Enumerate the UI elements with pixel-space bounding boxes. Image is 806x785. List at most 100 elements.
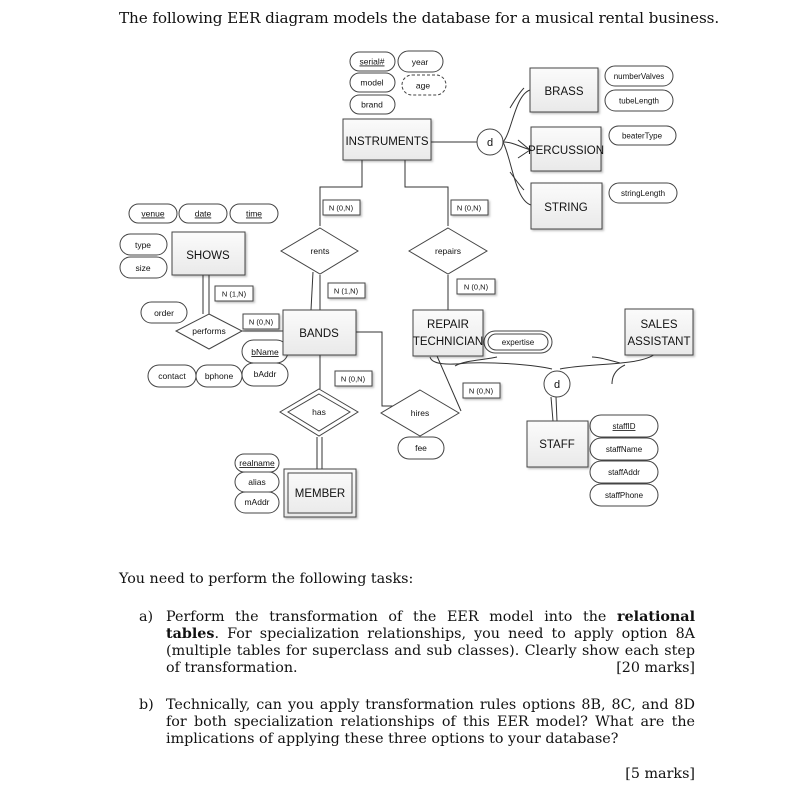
entity-sales-assistant: SALES ASSISTANT — [624, 308, 694, 356]
attr-year: year — [397, 50, 444, 73]
relationship-performs: performs — [174, 313, 244, 350]
entity-staff: STAFF — [526, 420, 589, 468]
attr-model: model — [349, 72, 396, 93]
card-instruments-repairs: N (0,N) — [450, 199, 489, 216]
svg-text:INSTRUMENTS: INSTRUMENTS — [345, 136, 428, 148]
card-bands-hires: N (0,N) — [334, 370, 373, 387]
attr-date: date — [178, 203, 228, 224]
svg-text:N (0,N): N (0,N) — [249, 318, 274, 327]
attr-fee: fee — [397, 436, 445, 460]
task-a: a) Perform the transformation of the EER… — [139, 609, 695, 677]
attr-stringlength: stringLength — [608, 182, 678, 204]
entity-string: STRING — [530, 182, 603, 230]
svg-text:d: d — [554, 379, 560, 391]
svg-text:realname: realname — [239, 458, 275, 468]
attr-staffname: staffName — [589, 437, 659, 461]
svg-text:N (0,N): N (0,N) — [469, 387, 494, 396]
tasks-heading: You need to perform the following tasks: — [119, 571, 414, 587]
svg-text:venue: venue — [141, 209, 164, 219]
attr-bname: bName — [241, 339, 289, 364]
attr-realname: realname — [234, 453, 280, 473]
svg-text:beaterType: beaterType — [622, 132, 663, 141]
svg-text:N (1,N): N (1,N) — [334, 287, 359, 296]
attr-numbervalves: numberValves — [604, 65, 674, 87]
svg-text:staffAddr: staffAddr — [608, 468, 640, 477]
relationship-rents: rents — [280, 227, 359, 275]
attr-venue: venue — [128, 203, 178, 224]
card-shows-performs: N (1,N) — [214, 285, 254, 302]
task-b-marks: [5 marks] — [625, 766, 695, 782]
attr-size: size — [119, 256, 168, 279]
svg-text:brand: brand — [361, 100, 383, 110]
svg-text:date: date — [195, 209, 212, 219]
svg-text:TECHNICIAN: TECHNICIAN — [413, 336, 483, 348]
svg-text:mAddr: mAddr — [244, 497, 269, 507]
svg-text:N (0,N): N (0,N) — [464, 283, 489, 292]
attr-alias: alias — [234, 471, 280, 493]
attr-staffid: staffID — [589, 414, 659, 438]
svg-text:MEMBER: MEMBER — [295, 488, 345, 500]
entity-shows: SHOWS — [171, 231, 246, 276]
attr-tubelength: tubeLength — [604, 89, 674, 112]
attr-staffaddr: staffAddr — [589, 460, 659, 484]
svg-text:N (0,N): N (0,N) — [457, 204, 482, 213]
svg-text:repairs: repairs — [435, 246, 461, 256]
card-bands-performs: N (0,N) — [242, 313, 280, 330]
task-b-text: Technically, can you apply transformatio… — [166, 697, 695, 747]
svg-text:time: time — [246, 209, 262, 219]
attr-order: order — [140, 301, 188, 324]
attr-beatertype: beaterType — [608, 125, 677, 146]
svg-text:expertise: expertise — [502, 338, 535, 347]
attr-expertise-multivalued: expertise — [483, 330, 553, 354]
svg-text:BRASS: BRASS — [545, 86, 584, 98]
svg-text:SALES: SALES — [640, 319, 677, 331]
task-a-text-before: Perform the transformation of the EER mo… — [166, 609, 618, 625]
relationship-hires: hires — [380, 389, 460, 437]
svg-text:numberValves: numberValves — [614, 72, 665, 81]
svg-text:BANDS: BANDS — [299, 328, 339, 340]
task-a-label: a) — [139, 609, 154, 625]
svg-text:age: age — [416, 81, 430, 91]
svg-text:ASSISTANT: ASSISTANT — [627, 336, 690, 348]
svg-text:PERCUSSION: PERCUSSION — [528, 145, 604, 157]
relationship-repairs: repairs — [408, 227, 488, 275]
task-a-marks: [20 marks] — [616, 660, 695, 676]
svg-text:contact: contact — [158, 371, 186, 381]
svg-text:hires: hires — [411, 408, 429, 418]
svg-text:bphone: bphone — [205, 371, 234, 381]
relationship-has-identifying: has — [279, 388, 359, 437]
attr-contact: contact — [147, 364, 197, 388]
svg-text:N (0,N): N (0,N) — [329, 204, 354, 213]
task-b: b) Technically, can you apply transforma… — [139, 697, 695, 782]
attr-staffphone: staffPhone — [589, 483, 659, 507]
entity-instruments: INSTRUMENTS — [342, 118, 432, 161]
attr-type: type — [119, 233, 168, 256]
card-repairs-technician: N (0,N) — [456, 278, 496, 295]
svg-text:rents: rents — [311, 246, 330, 256]
attr-maddr: mAddr — [234, 491, 280, 514]
svg-text:STAFF: STAFF — [539, 439, 575, 451]
entity-bands: BANDS — [282, 309, 357, 356]
svg-text:SHOWS: SHOWS — [186, 250, 230, 262]
svg-text:type: type — [135, 240, 151, 250]
svg-text:performs: performs — [192, 326, 226, 336]
entity-brass: BRASS — [529, 67, 599, 113]
svg-text:has: has — [312, 407, 326, 417]
attr-serial: serial# — [349, 51, 396, 72]
svg-text:bAddr: bAddr — [254, 369, 277, 379]
svg-text:STRING: STRING — [544, 202, 588, 214]
attr-brand: brand — [349, 94, 396, 115]
svg-text:size: size — [135, 263, 150, 273]
entity-member-weak: MEMBER — [283, 468, 357, 518]
svg-text:bName: bName — [251, 347, 279, 357]
card-instruments-rents: N (0,N) — [322, 199, 361, 216]
svg-text:N (1,N): N (1,N) — [222, 290, 247, 299]
eer-diagram: serial# year model age brand numberValve… — [119, 50, 694, 518]
svg-text:fee: fee — [415, 443, 427, 453]
entity-repair-technician: REPAIR TECHNICIAN — [412, 309, 484, 357]
svg-text:order: order — [154, 308, 174, 318]
disjoint-circle-staff: d — [543, 370, 571, 398]
svg-text:stringLength: stringLength — [621, 189, 665, 198]
attr-baddr: bAddr — [241, 362, 289, 387]
svg-text:staffName: staffName — [606, 445, 643, 454]
